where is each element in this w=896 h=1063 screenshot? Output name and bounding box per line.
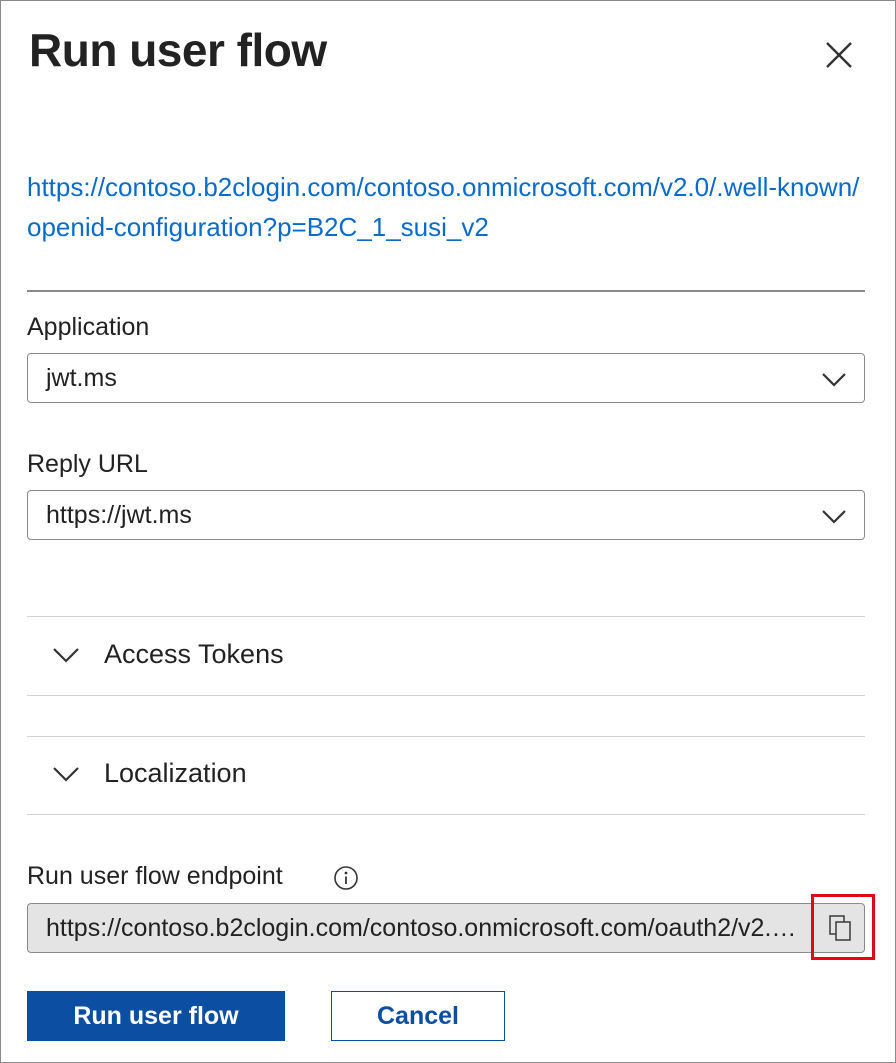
endpoint-field[interactable]: https://contoso.b2clogin.com/contoso.onm… [27, 903, 865, 953]
copy-to-clipboard-button[interactable] [811, 894, 875, 960]
openid-configuration-link[interactable]: https://contoso.b2clogin.com/contoso.onm… [27, 167, 867, 247]
endpoint-label: Run user flow endpoint [27, 862, 283, 890]
divider [27, 695, 865, 696]
divider [27, 290, 865, 292]
info-icon[interactable] [333, 865, 359, 891]
reply-url-label: Reply URL [27, 450, 148, 478]
chevron-down-icon [53, 648, 79, 663]
chevron-down-icon [53, 767, 79, 782]
cancel-button[interactable]: Cancel [331, 991, 505, 1041]
localization-label: Localization [104, 758, 247, 788]
access-tokens-section-toggle[interactable]: Access Tokens [27, 617, 865, 695]
endpoint-value: https://contoso.b2clogin.com/contoso.onm… [46, 914, 806, 942]
application-label: Application [27, 313, 150, 341]
copy-icon [829, 915, 851, 941]
panel-title: Run user flow [29, 24, 327, 76]
run-user-flow-button[interactable]: Run user flow [27, 991, 285, 1041]
run-user-flow-panel: Run user flow https://contoso.b2clogin.c… [0, 0, 896, 1063]
divider [27, 814, 865, 815]
application-select[interactable]: jwt.ms [27, 353, 865, 403]
close-button[interactable] [819, 35, 859, 75]
application-select-value: jwt.ms [46, 364, 117, 392]
access-tokens-label: Access Tokens [104, 639, 284, 669]
close-icon [826, 42, 852, 68]
reply-url-select[interactable]: https://jwt.ms [27, 490, 865, 540]
chevron-down-icon [822, 510, 846, 524]
reply-url-select-value: https://jwt.ms [46, 501, 192, 529]
chevron-down-icon [822, 373, 846, 387]
localization-section-toggle[interactable]: Localization [27, 736, 865, 814]
